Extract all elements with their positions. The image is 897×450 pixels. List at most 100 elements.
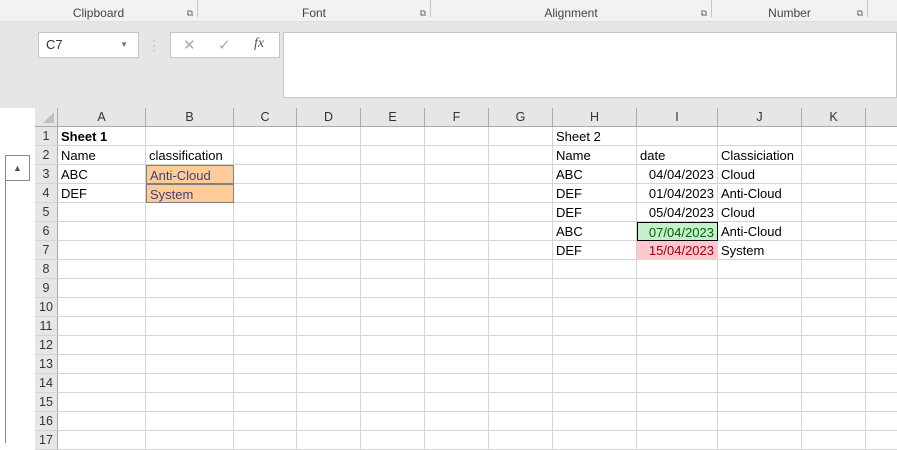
- name-box[interactable]: C7 ▼: [38, 32, 139, 58]
- cell[interactable]: [297, 241, 361, 260]
- cell[interactable]: [146, 412, 234, 431]
- column-header-g[interactable]: G: [489, 108, 553, 127]
- dialog-launcher-icon[interactable]: ⧉: [701, 8, 707, 18]
- row-header-2[interactable]: 2: [35, 146, 58, 165]
- cell[interactable]: [718, 279, 802, 298]
- cell[interactable]: [637, 279, 718, 298]
- cell[interactable]: [718, 127, 802, 146]
- cell[interactable]: [802, 393, 866, 412]
- row-header-6[interactable]: 6: [35, 222, 58, 241]
- cell[interactable]: [425, 146, 489, 165]
- select-all-button[interactable]: [35, 108, 58, 127]
- cell[interactable]: [146, 241, 234, 260]
- insert-function-icon[interactable]: fx: [254, 36, 264, 52]
- cell[interactable]: [425, 165, 489, 184]
- column-header-j[interactable]: J: [718, 108, 802, 127]
- sheet2-title[interactable]: Sheet 2: [553, 127, 637, 146]
- row-header-15[interactable]: 15: [35, 393, 58, 412]
- sheet2-classification-cell[interactable]: Cloud: [718, 203, 802, 222]
- cell[interactable]: [425, 412, 489, 431]
- cell[interactable]: [489, 355, 553, 374]
- cell[interactable]: [58, 412, 146, 431]
- cell[interactable]: [866, 336, 897, 355]
- cell[interactable]: [637, 336, 718, 355]
- cell[interactable]: [802, 298, 866, 317]
- cell[interactable]: [489, 279, 553, 298]
- column-header-b[interactable]: B: [146, 108, 234, 127]
- cell[interactable]: [553, 260, 637, 279]
- sheet2-name-cell[interactable]: ABC: [553, 222, 637, 241]
- cell[interactable]: [361, 184, 425, 203]
- row-header-5[interactable]: 5: [35, 203, 58, 222]
- cell[interactable]: [234, 184, 297, 203]
- cell[interactable]: [866, 431, 897, 450]
- cell[interactable]: [866, 279, 897, 298]
- cell[interactable]: [866, 298, 897, 317]
- column-header-f[interactable]: F: [425, 108, 489, 127]
- cell[interactable]: [425, 260, 489, 279]
- sheet2-classification-cell[interactable]: System: [718, 241, 802, 260]
- sheet2-date-cell[interactable]: 01/04/2023: [637, 184, 718, 203]
- cell[interactable]: [234, 260, 297, 279]
- cell[interactable]: [361, 298, 425, 317]
- cell[interactable]: [802, 241, 866, 260]
- column-header-c[interactable]: C: [234, 108, 297, 127]
- sheet1-header-name[interactable]: Name: [58, 146, 146, 165]
- cell[interactable]: [802, 127, 866, 146]
- sheet2-date-cell[interactable]: 04/04/2023: [637, 165, 718, 184]
- cell[interactable]: [361, 165, 425, 184]
- cell[interactable]: [553, 298, 637, 317]
- cell[interactable]: [866, 127, 897, 146]
- cell[interactable]: [425, 317, 489, 336]
- sheet2-date-cell[interactable]: 07/04/2023: [637, 222, 718, 241]
- cell[interactable]: [297, 260, 361, 279]
- cell[interactable]: [297, 374, 361, 393]
- cell[interactable]: [866, 317, 897, 336]
- cell[interactable]: [234, 336, 297, 355]
- cell[interactable]: [58, 336, 146, 355]
- cell[interactable]: [866, 393, 897, 412]
- cell[interactable]: [425, 393, 489, 412]
- cell[interactable]: [234, 146, 297, 165]
- cell[interactable]: [234, 431, 297, 450]
- cell[interactable]: [361, 241, 425, 260]
- cell[interactable]: [234, 298, 297, 317]
- cell[interactable]: [489, 241, 553, 260]
- cell[interactable]: [146, 222, 234, 241]
- cell[interactable]: [718, 298, 802, 317]
- cell[interactable]: [297, 184, 361, 203]
- cell[interactable]: [58, 431, 146, 450]
- cell[interactable]: [425, 203, 489, 222]
- cell[interactable]: [866, 241, 897, 260]
- cell[interactable]: [361, 222, 425, 241]
- cell[interactable]: [234, 393, 297, 412]
- cell[interactable]: [718, 336, 802, 355]
- column-header-i[interactable]: I: [637, 108, 718, 127]
- cell[interactable]: [637, 298, 718, 317]
- cell[interactable]: [146, 393, 234, 412]
- sheet2-header-0[interactable]: Name: [553, 146, 637, 165]
- cell[interactable]: [425, 222, 489, 241]
- cell[interactable]: [425, 355, 489, 374]
- cell[interactable]: [146, 203, 234, 222]
- cell[interactable]: [361, 203, 425, 222]
- cell[interactable]: [58, 222, 146, 241]
- row-header-16[interactable]: 16: [35, 412, 58, 431]
- cell[interactable]: [234, 279, 297, 298]
- sheet2-header-2[interactable]: Classiciation: [718, 146, 802, 165]
- dialog-launcher-icon[interactable]: ⧉: [857, 8, 863, 18]
- column-header-partial[interactable]: [866, 108, 897, 127]
- cell[interactable]: [234, 374, 297, 393]
- cell[interactable]: [58, 298, 146, 317]
- cell[interactable]: [489, 165, 553, 184]
- cell[interactable]: [637, 260, 718, 279]
- cell[interactable]: [425, 241, 489, 260]
- cell[interactable]: [553, 317, 637, 336]
- cell[interactable]: [146, 279, 234, 298]
- cell[interactable]: [146, 336, 234, 355]
- row-header-8[interactable]: 8: [35, 260, 58, 279]
- cell[interactable]: [425, 374, 489, 393]
- cell[interactable]: [718, 374, 802, 393]
- cell[interactable]: [297, 127, 361, 146]
- cell[interactable]: [637, 127, 718, 146]
